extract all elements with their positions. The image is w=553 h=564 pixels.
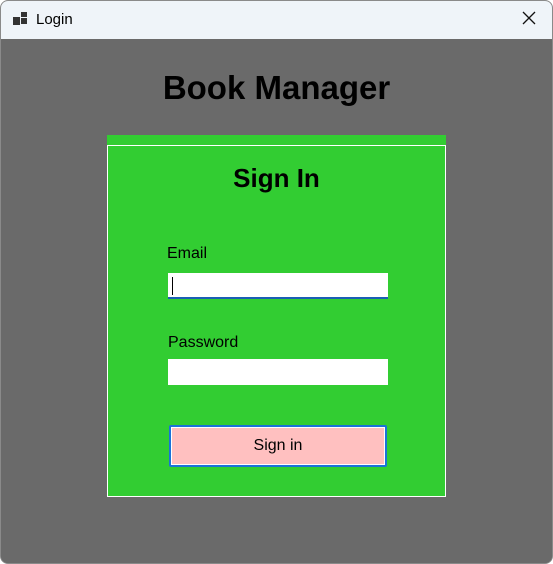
title-bar[interactable]: Login xyxy=(1,1,552,39)
text-caret xyxy=(172,277,173,295)
sign-in-panel: Sign In Email Password Sign in xyxy=(107,135,446,497)
password-label: Password xyxy=(168,334,239,351)
close-button[interactable] xyxy=(506,1,552,39)
login-window: Login Book Manager Sign In Email Passwor… xyxy=(0,0,553,564)
window-title: Login xyxy=(36,11,73,28)
password-input[interactable] xyxy=(168,359,388,385)
panel-title: Sign In xyxy=(233,163,320,193)
client-area: Book Manager Sign In Email Password Sign… xyxy=(1,39,552,563)
app-heading: Book Manager xyxy=(162,69,391,106)
close-icon xyxy=(522,11,536,30)
app-windows-icon xyxy=(13,12,29,26)
email-label: Email xyxy=(167,245,208,262)
sign-in-button[interactable]: Sign in xyxy=(169,425,387,467)
email-input[interactable] xyxy=(168,273,388,299)
